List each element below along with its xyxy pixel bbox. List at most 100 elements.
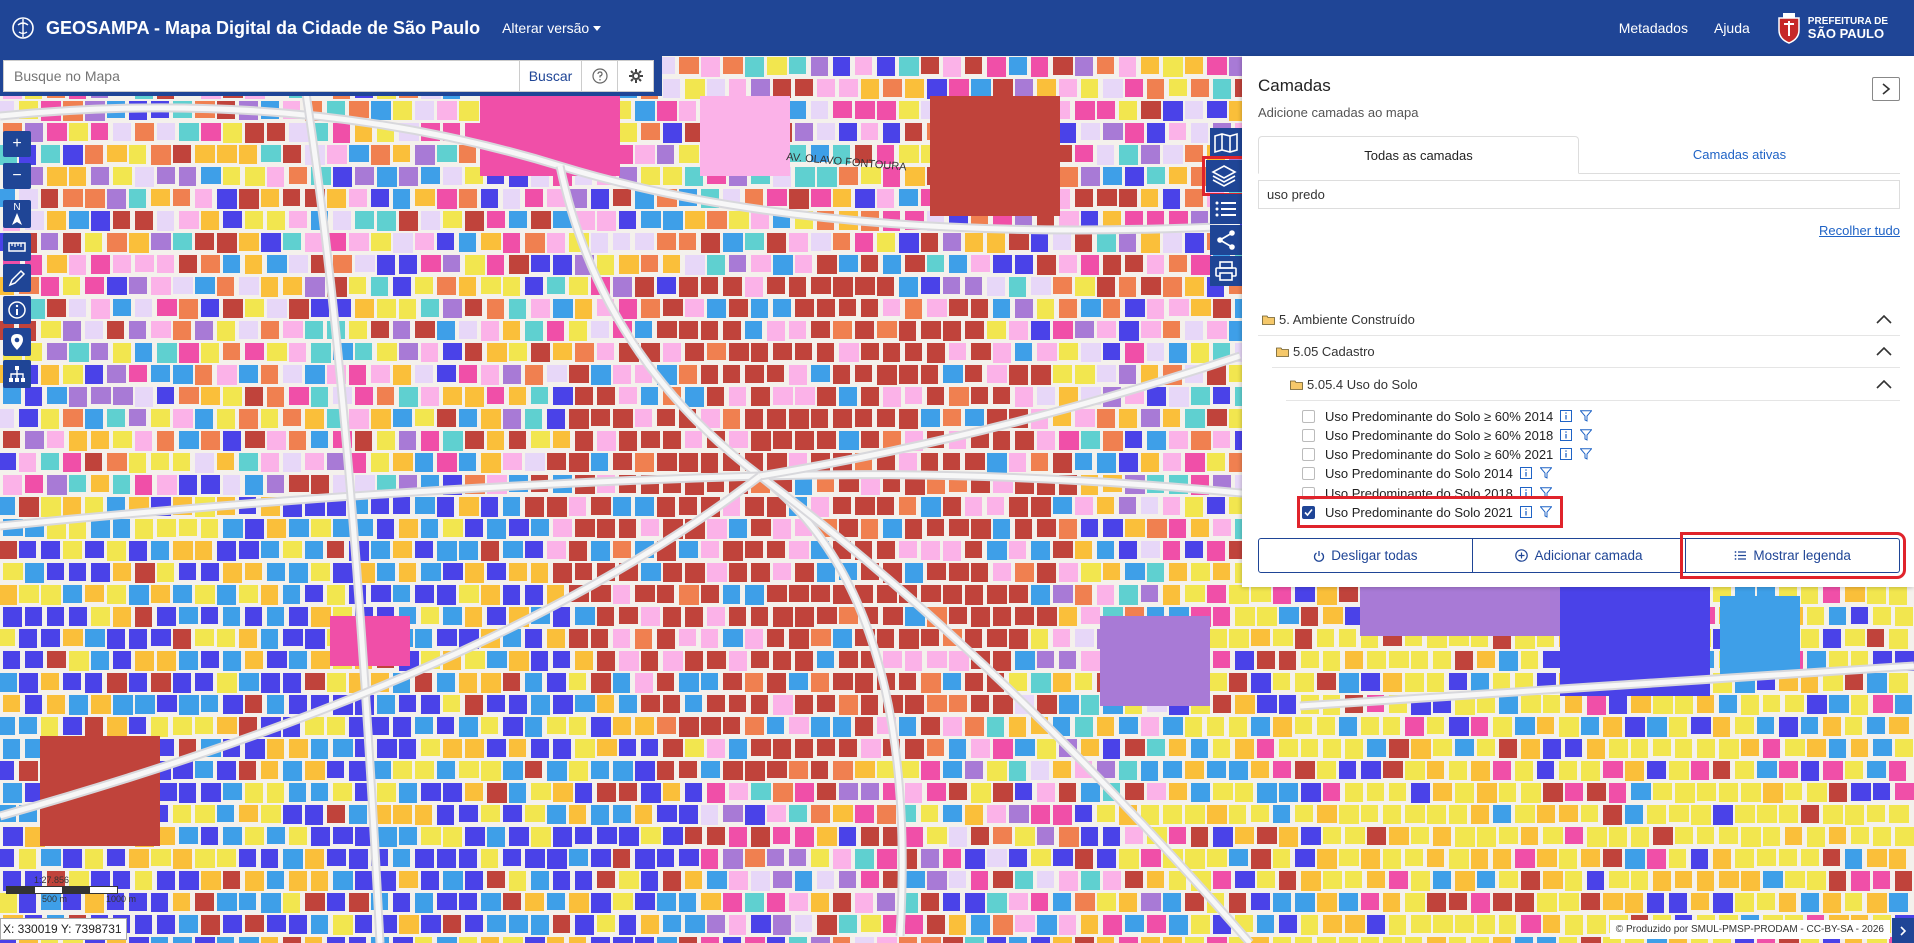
filter-icon[interactable] — [1580, 448, 1593, 460]
credits-toggle-button[interactable] — [1892, 918, 1914, 943]
question-icon — [591, 68, 608, 84]
version-label: Alterar versão — [502, 20, 590, 36]
layer-filter-input[interactable] — [1258, 180, 1900, 209]
coordinates-readout: X: 330019 Y: 7398731 — [0, 918, 127, 940]
collapse-all-link[interactable]: Recolher tudo — [1819, 223, 1900, 238]
layers-panel: Camadas Adicione camadas ao mapa Todas a… — [1242, 56, 1914, 587]
tab-active-layers[interactable]: Camadas ativas — [1579, 136, 1900, 173]
scale-bar: 1:27.856 500 m 1000 m — [6, 875, 136, 904]
zoom-in-button[interactable]: + — [3, 131, 31, 157]
search-button[interactable]: Buscar — [520, 60, 582, 92]
zoom-out-label: − — [12, 167, 22, 184]
chevron-up-icon — [1876, 380, 1892, 389]
sitemap-button[interactable] — [3, 360, 31, 388]
tab-all-layers[interactable]: Todas as camadas — [1258, 136, 1579, 174]
layer-label: Uso Predominante do Solo ≥ 60% 2021 — [1325, 446, 1554, 462]
help-button[interactable] — [582, 60, 618, 92]
chevron-right-icon — [1882, 83, 1891, 95]
layer-checkbox[interactable] — [1302, 505, 1315, 519]
info-icon[interactable] — [1519, 487, 1532, 499]
info-icon[interactable] — [1560, 410, 1573, 422]
add-layer-label: Adicionar camada — [1534, 548, 1643, 563]
info-button[interactable] — [3, 296, 31, 324]
ruler-icon — [8, 242, 26, 252]
layer-checkbox[interactable] — [1302, 409, 1315, 423]
print-button[interactable] — [1210, 256, 1242, 286]
tree-group-uso-do-solo[interactable]: 5.05.4 Uso do Solo — [1286, 369, 1900, 401]
layer-checkbox[interactable] — [1302, 428, 1315, 442]
filter-icon[interactable] — [1539, 487, 1552, 499]
app-title: GEOSAMPA - Mapa Digital da Cidade de São… — [46, 17, 481, 38]
tree-group-ambiente[interactable]: 5. Ambiente Construído — [1258, 304, 1900, 336]
map-pin-icon — [11, 334, 23, 350]
pencil-icon — [8, 269, 26, 287]
layer-label: Uso Predominante do Solo ≥ 60% 2014 — [1325, 408, 1554, 424]
map-icon — [1214, 132, 1238, 154]
add-layer-button[interactable]: Adicionar camada — [1472, 538, 1687, 573]
scale-right-tick: 1000 m — [105, 894, 136, 904]
tree-label: 5. Ambiente Construído — [1279, 312, 1415, 327]
show-legend-button[interactable]: Mostrar legenda — [1680, 532, 1907, 579]
tree-label: 5.05 Cadastro — [1293, 344, 1375, 359]
layer-checkbox[interactable] — [1302, 486, 1315, 500]
layer-label: Uso Predominante do Solo 2021 — [1325, 504, 1513, 520]
show-legend-label: Mostrar legenda — [1753, 548, 1851, 563]
basemap-button[interactable] — [1210, 128, 1242, 158]
filter-icon[interactable] — [1580, 429, 1593, 441]
list-icon — [1734, 551, 1747, 560]
folder-icon — [1262, 315, 1275, 325]
settings-button[interactable] — [618, 60, 654, 92]
north-arrow-icon — [12, 213, 22, 225]
scale-left-tick: 500 m — [42, 894, 68, 904]
chevron-up-icon — [1876, 347, 1892, 356]
power-icon — [1314, 550, 1325, 562]
chevron-right-icon — [1900, 925, 1907, 936]
geosampa-logo-icon — [10, 15, 36, 41]
metadata-link[interactable]: Metadados — [1619, 20, 1688, 36]
measure-button[interactable] — [3, 233, 31, 261]
panel-actions: Desligar todas Adicionar camada Mostrar … — [1258, 532, 1907, 579]
collapse-panel-button[interactable] — [1872, 77, 1900, 101]
version-dropdown[interactable]: Alterar versão — [502, 20, 602, 36]
layer-item[interactable]: Uso Predominante do Solo 2014 — [1302, 462, 1552, 484]
turn-off-all-button[interactable]: Desligar todas — [1258, 538, 1473, 573]
info-icon[interactable] — [1519, 467, 1532, 479]
tree-label: 5.05.4 Uso do Solo — [1307, 377, 1418, 392]
plus-circle-icon — [1515, 549, 1529, 562]
legend-button[interactable] — [1210, 194, 1242, 224]
filter-icon[interactable] — [1539, 506, 1552, 518]
north-arrow-button[interactable]: N — [3, 200, 31, 228]
layer-label: Uso Predominante do Solo 2014 — [1325, 465, 1513, 481]
layers-button[interactable] — [1202, 156, 1246, 196]
chevron-down-icon — [593, 25, 602, 31]
tree-group-cadastro[interactable]: 5.05 Cadastro — [1272, 336, 1900, 368]
info-icon — [8, 301, 26, 319]
scale-ratio: 1:27.856 — [34, 875, 70, 885]
layer-label: Uso Predominante do Solo 2018 — [1325, 485, 1513, 501]
panel-subtitle: Adicione camadas ao mapa — [1258, 105, 1419, 120]
location-button[interactable] — [3, 328, 31, 356]
layer-label: Uso Predominante do Solo ≥ 60% 2018 — [1325, 427, 1554, 443]
filter-icon[interactable] — [1539, 467, 1552, 479]
zoom-out-button[interactable]: − — [3, 163, 31, 189]
print-icon — [1215, 261, 1237, 281]
panel-title: Camadas — [1258, 76, 1331, 95]
share-button[interactable] — [1210, 225, 1242, 255]
share-icon — [1217, 230, 1235, 250]
info-icon[interactable] — [1519, 506, 1532, 518]
help-link[interactable]: Ajuda — [1714, 20, 1750, 36]
layer-checkbox[interactable] — [1302, 447, 1315, 461]
filter-icon[interactable] — [1580, 410, 1593, 422]
search-input[interactable] — [3, 60, 520, 92]
chevron-up-icon — [1876, 315, 1892, 324]
layer-item[interactable]: Uso Predominante do Solo 2021 — [1297, 496, 1563, 528]
zoom-in-label: + — [12, 135, 22, 152]
prefeitura-logo[interactable]: PREFEITURA DE SÃO PAULO — [1776, 12, 1888, 44]
info-icon[interactable] — [1560, 429, 1573, 441]
draw-button[interactable] — [3, 264, 31, 292]
info-icon[interactable] — [1560, 448, 1573, 460]
gear-icon — [628, 69, 643, 83]
layer-checkbox[interactable] — [1302, 466, 1315, 480]
list-icon — [1215, 201, 1236, 217]
scale-bar-graphic — [6, 886, 118, 894]
